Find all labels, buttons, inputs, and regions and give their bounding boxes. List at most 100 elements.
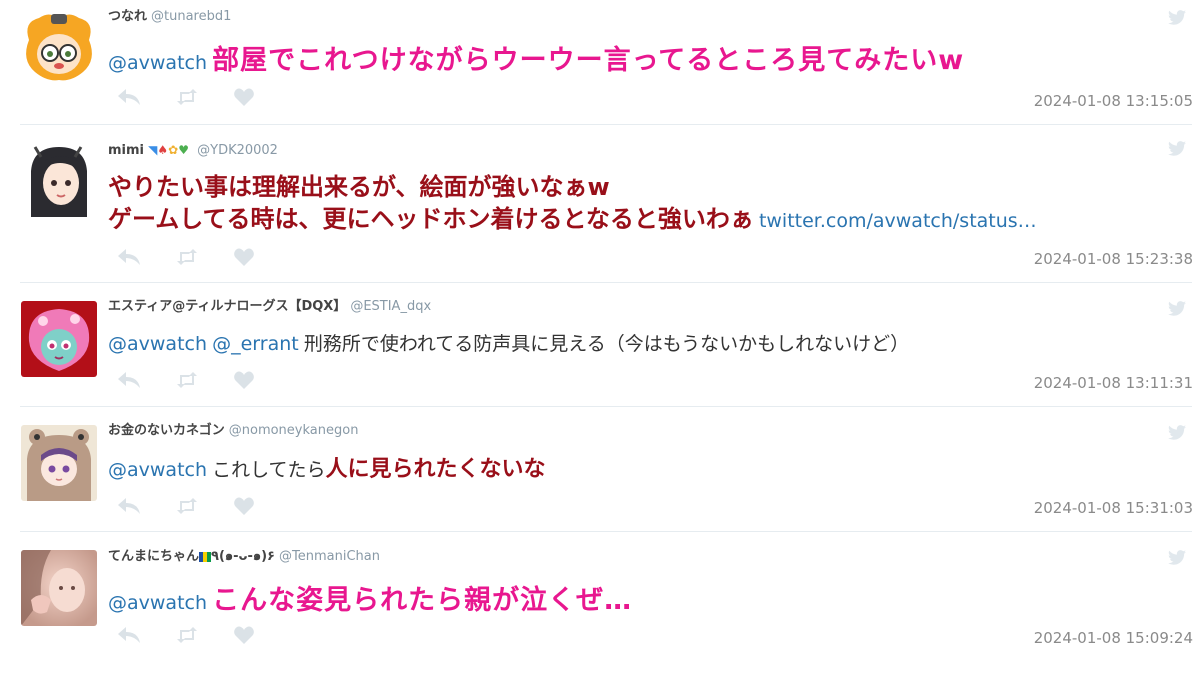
tweet-text: やりたい事は理解出来るが、絵面が強いなぁw ゲームしてる時は、更にヘッドホン着け… [108, 171, 1160, 238]
tweet-message-line: ゲームしてる時は、更にヘッドホン着けるとなると強いわぁ [108, 205, 754, 233]
heart-icon [234, 248, 254, 266]
tweet-author: エスティア@ティルナローグス【DQX】 @ESTIA_dqx [108, 298, 431, 316]
reply-icon [118, 498, 140, 514]
tweet-text: @avwatch @_errant 刑務所で使われてる防声具に見える（今はもうな… [108, 329, 1160, 360]
reply-button[interactable] [118, 247, 176, 267]
tweet-card: エスティア@ティルナローグス【DQX】 @ESTIA_dqx @avwatch @… [0, 283, 1200, 406]
twitter-bird-icon[interactable] [1168, 141, 1186, 156]
tweet-actions [118, 86, 292, 108]
avatar-image [21, 10, 97, 86]
tweet-message: こんな姿見られたら親が泣くぜ… [212, 585, 633, 616]
like-button[interactable] [234, 87, 292, 107]
retweet-icon [177, 89, 197, 105]
reply-icon [118, 249, 140, 265]
tweet-author: てんまにちゃん ٩(๑-ᴗ-๑)۶ @TenmaniChan [108, 548, 380, 566]
retweet-button[interactable] [176, 625, 234, 645]
reply-icon [118, 372, 140, 388]
author-name[interactable]: エスティア@ティルナローグス【DQX】 [108, 299, 346, 314]
tweet-card: お金のないカネゴン @nomoneykanegon @avwatch これしてたら… [0, 407, 1200, 531]
retweet-button[interactable] [176, 370, 234, 390]
tweet-feed: つなれ @tunarebd1 @avwatch 部屋でこれつけながらウーウー言って… [0, 0, 1200, 673]
twitter-bird-icon[interactable] [1168, 425, 1186, 440]
tweet-author: つなれ @tunarebd1 [108, 8, 231, 26]
reply-button[interactable] [118, 625, 176, 645]
mushroom-emoji: ♠ [157, 143, 169, 157]
heart-icon [234, 497, 254, 515]
author-handle[interactable]: @tunarebd1 [151, 9, 231, 24]
author-name[interactable]: てんまにちゃん [108, 549, 199, 564]
mention-link[interactable]: @avwatch [108, 333, 207, 355]
retweet-button[interactable] [176, 247, 234, 267]
retweet-button[interactable] [176, 496, 234, 516]
tweet-actions [118, 495, 292, 517]
tweet-text: @avwatch 部屋でこれつけながらウーウー言ってるところ見てみたいw [108, 44, 1160, 81]
status-link[interactable]: twitter.com/avwatch/status… [759, 210, 1037, 232]
flower-emoji: ✿ [168, 143, 179, 157]
heart-icon [234, 626, 254, 644]
tweet-timestamp[interactable]: 2024-01-08 13:11:31 [1034, 374, 1193, 392]
like-button[interactable] [234, 625, 292, 645]
tweet-timestamp[interactable]: 2024-01-08 15:31:03 [1034, 499, 1193, 517]
retweet-icon [177, 372, 197, 388]
heart-icon [234, 371, 254, 389]
tweet-actions [118, 624, 292, 646]
avatar-image [21, 550, 97, 626]
tweet-message-bold: 人に見られたくないな [325, 457, 546, 482]
reply-button[interactable] [118, 87, 176, 107]
author-name[interactable]: mimi [108, 143, 144, 158]
tweet-author: mimi ◥♠✿♥ @YDK20002 [108, 141, 278, 159]
author-name[interactable]: お金のないカネゴン [108, 423, 225, 438]
tweet-message-plain: これしてたら [212, 459, 326, 481]
tweet-timestamp[interactable]: 2024-01-08 15:23:38 [1034, 250, 1193, 268]
tweet-actions [118, 369, 292, 391]
author-handle[interactable]: @nomoneykanegon [229, 423, 359, 438]
tweet-actions [118, 246, 292, 268]
tweet-text: @avwatch これしてたら人に見られたくないな [108, 455, 1160, 486]
dolphin-emoji: ◥ [148, 143, 158, 157]
author-name[interactable]: つなれ [108, 9, 147, 24]
tweet-timestamp[interactable]: 2024-01-08 15:09:24 [1034, 629, 1193, 647]
avatar[interactable] [21, 141, 97, 217]
tweet-text: @avwatch こんな姿見られたら親が泣くぜ… [108, 584, 1160, 621]
retweet-button[interactable] [176, 87, 234, 107]
author-handle[interactable]: @TenmaniChan [279, 549, 380, 564]
tweet-card: mimi ◥♠✿♥ @YDK20002 やりたい事は理解出来るが、絵面が強いなぁ… [0, 125, 1200, 282]
reply-icon [118, 627, 140, 643]
avatar[interactable] [21, 301, 97, 377]
saint-vincent-flag-emoji [199, 551, 212, 562]
tweet-card: てんまにちゃん ٩(๑-ᴗ-๑)۶ @TenmaniChan @avwatch こん… [0, 532, 1200, 673]
reply-button[interactable] [118, 496, 176, 516]
mention-link[interactable]: @avwatch [108, 459, 207, 481]
avatar-image [21, 425, 97, 501]
tweet-message-line: やりたい事は理解出来るが、絵面が強いなぁw [108, 173, 610, 201]
avatar[interactable] [21, 425, 97, 501]
retweet-icon [177, 498, 197, 514]
mention-link[interactable]: @avwatch [108, 592, 207, 614]
green-heart-emoji: ♥ [178, 143, 189, 157]
tweet-message: 部屋でこれつけながらウーウー言ってるところ見てみたいw [212, 45, 965, 76]
retweet-icon [177, 627, 197, 643]
author-handle[interactable]: @YDK20002 [197, 143, 278, 158]
twitter-bird-icon[interactable] [1168, 550, 1186, 565]
author-name-suffix: ٩(๑-ᴗ-๑)۶ [211, 549, 275, 564]
avatar[interactable] [21, 550, 97, 626]
author-handle[interactable]: @ESTIA_dqx [350, 299, 431, 314]
retweet-icon [177, 249, 197, 265]
heart-icon [234, 88, 254, 106]
like-button[interactable] [234, 496, 292, 516]
tweet-author: お金のないカネゴン @nomoneykanegon [108, 422, 358, 440]
twitter-bird-icon[interactable] [1168, 301, 1186, 316]
like-button[interactable] [234, 247, 292, 267]
avatar-image [21, 141, 97, 217]
tweet-message: 刑務所で使われてる防声具に見える（今はもうないかもしれないけど） [303, 333, 910, 355]
mention-link[interactable]: @_errant [212, 333, 299, 355]
like-button[interactable] [234, 370, 292, 390]
reply-icon [118, 89, 140, 105]
tweet-card: つなれ @tunarebd1 @avwatch 部屋でこれつけながらウーウー言って… [0, 0, 1200, 124]
avatar-image [21, 301, 97, 377]
avatar[interactable] [21, 10, 97, 86]
twitter-bird-icon[interactable] [1168, 10, 1186, 25]
tweet-timestamp[interactable]: 2024-01-08 13:15:05 [1034, 92, 1193, 110]
reply-button[interactable] [118, 370, 176, 390]
mention-link[interactable]: @avwatch [108, 52, 207, 74]
